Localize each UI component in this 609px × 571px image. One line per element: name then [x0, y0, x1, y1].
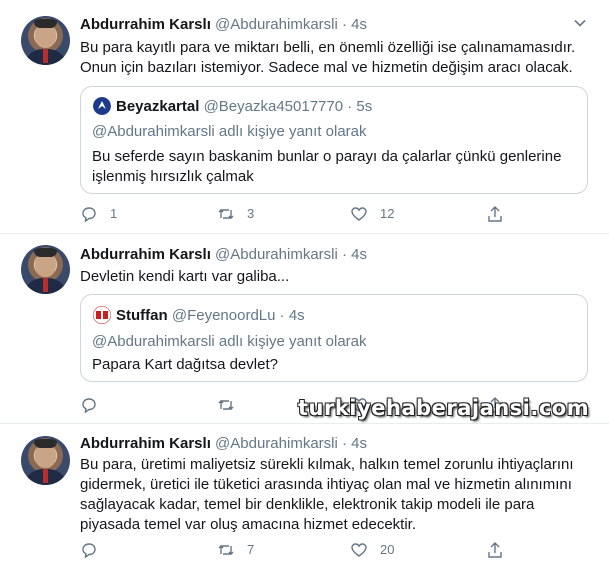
quoted-header: Stuffan @FeyenoordLu · 4s [116, 306, 305, 325]
share-button[interactable] [486, 540, 504, 560]
avatar[interactable] [21, 16, 70, 65]
heart-icon [351, 543, 367, 557]
like-count: 12 [380, 206, 395, 221]
quoted-tweet[interactable]: Beyazkartal @Beyazka45017770 · 5s @Abdur… [80, 86, 588, 194]
separator-dot: · [342, 16, 347, 33]
retweet-button[interactable]: 7 [217, 540, 254, 560]
avatar[interactable] [21, 245, 70, 294]
separator-dot: · [342, 246, 347, 263]
tweet-text: Bu para, üretimi maliyetsiz sürekli kılm… [80, 456, 574, 533]
quoted-time: 5s [356, 98, 373, 115]
avatar[interactable] [21, 436, 70, 485]
quoted-author-handle: @FeyenoordLu [171, 307, 276, 324]
like-count: 20 [380, 542, 395, 557]
tweet-header: Abdurrahim Karslı @Abdurahimkarsli · 4s [80, 434, 367, 453]
author-name[interactable]: Abdurrahim Karslı [80, 16, 211, 33]
tweet-text: Devletin kendi kartı var galiba... [80, 268, 290, 285]
tweet-header: Abdurrahim Karslı @Abdurahimkarsli · 4s [80, 245, 367, 264]
retweet-icon [218, 400, 234, 410]
retweet-button[interactable] [217, 395, 247, 415]
reply-icon [82, 398, 96, 414]
replying-to: @Abdurahimkarsli adlı kişiye yanıt olara… [92, 123, 367, 140]
author-name[interactable]: Abdurrahim Karslı [80, 435, 211, 452]
reply-button[interactable] [80, 540, 110, 560]
tweet-feed: Abdurrahim Karslı @Abdurahimkarsli · 4s … [0, 0, 609, 571]
reply-icon [82, 207, 96, 223]
quoted-header: Beyazkartal @Beyazka45017770 · 5s [116, 97, 372, 116]
reply-icon [82, 543, 96, 559]
retweet-count: 7 [247, 542, 255, 557]
retweet-icon [218, 545, 234, 555]
retweet-icon [218, 209, 234, 219]
reply-count: 1 [110, 206, 118, 221]
replying-to: @Abdurahimkarsli adlı kişiye yanıt olara… [92, 333, 367, 350]
retweet-button[interactable]: 3 [217, 204, 254, 224]
like-button[interactable]: 20 [350, 540, 394, 560]
share-icon [488, 542, 502, 558]
reply-button[interactable] [80, 395, 110, 415]
author-handle[interactable]: @Abdurahimkarsli [215, 246, 338, 263]
tweet-time[interactable]: 4s [351, 435, 367, 452]
quoted-tweet[interactable]: Stuffan @FeyenoordLu · 4s @Abdurahimkars… [80, 294, 588, 382]
quoted-text: Papara Kart dağıtsa devlet? [92, 356, 278, 373]
share-button[interactable] [486, 204, 504, 224]
heart-icon [351, 207, 367, 221]
tweet-divider [0, 233, 609, 234]
tweet-divider [0, 423, 609, 424]
retweet-count: 3 [247, 206, 255, 221]
tweet-time[interactable]: 4s [351, 246, 367, 263]
quoted-text: Bu seferde sayın baskanim bunlar o paray… [92, 148, 562, 185]
author-name[interactable]: Abdurrahim Karslı [80, 246, 211, 263]
chevron-down-icon[interactable] [572, 15, 588, 31]
quoted-author-name: Stuffan [116, 307, 168, 324]
author-handle[interactable]: @Abdurahimkarsli [215, 16, 338, 33]
author-handle[interactable]: @Abdurahimkarsli [215, 435, 338, 452]
reply-button[interactable]: 1 [80, 204, 117, 224]
tweet-header: Abdurrahim Karslı @Abdurahimkarsli · 4s [80, 15, 367, 34]
quoted-avatar-icon [93, 306, 111, 324]
quoted-author-name: Beyazkartal [116, 98, 200, 115]
like-button[interactable]: 12 [350, 204, 394, 224]
tweet-text: Bu para kayıtlı para ve miktarı belli, e… [80, 39, 576, 76]
separator-dot: · [279, 307, 285, 324]
separator-dot: · [342, 435, 347, 452]
watermark: turkiyehaberajansi.com [298, 396, 590, 420]
separator-dot: · [347, 98, 353, 115]
quoted-time: 4s [288, 307, 305, 324]
tweet-time[interactable]: 4s [351, 16, 367, 33]
quoted-avatar-icon [93, 97, 111, 115]
share-icon [488, 206, 502, 222]
quoted-author-handle: @Beyazka45017770 [203, 98, 344, 115]
